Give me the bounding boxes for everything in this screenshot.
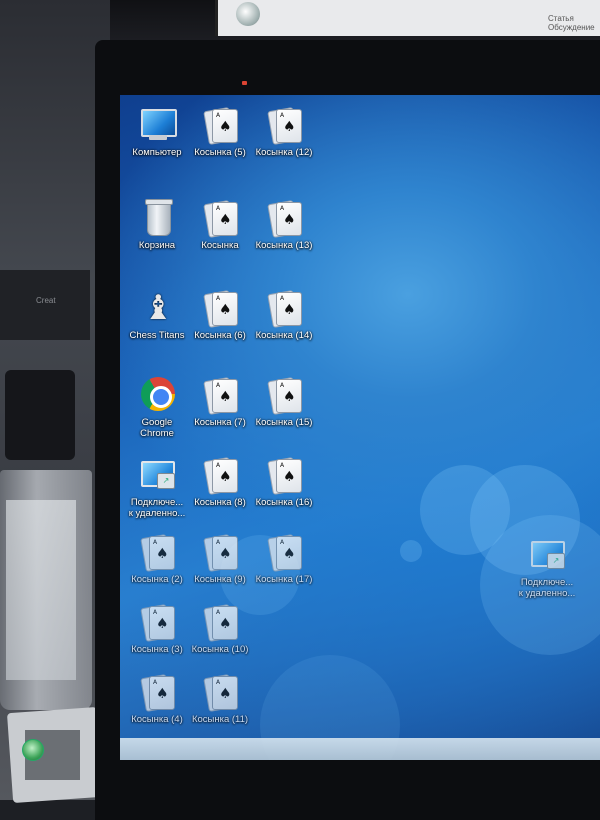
desktop-icon-label: Косынка (16) (255, 497, 313, 508)
desktop-icon-k5[interactable]: A ♠ Косынка (5) (185, 105, 255, 158)
desktop-icon-label: Косынка (3) (131, 644, 183, 655)
desktop-icon-label: Косынка (6) (194, 330, 246, 341)
desktop-icon-label: Косынка (10) (191, 644, 249, 655)
desktop-icon-k14[interactable]: A ♠ Косынка (14) (249, 288, 319, 341)
desktop-icon-k6[interactable]: A ♠ Косынка (6) (185, 288, 255, 341)
solitaire-icon: A ♠ (264, 105, 304, 145)
desktop-icon-recycle[interactable]: Корзина (122, 198, 192, 251)
desktop-icon-chess[interactable]: ♝ Chess Titans (122, 288, 192, 341)
background-monitor: Статья Обсуждение (215, 0, 600, 36)
desktop-icon-label: Косынка (12) (255, 147, 313, 158)
desktop-icon-label: Подключе... к удаленно... (128, 497, 186, 519)
computer-icon (137, 105, 177, 145)
desktop-icon-k10[interactable]: A ♠ Косынка (10) (185, 602, 255, 655)
solitaire-icon: A ♠ (200, 672, 240, 712)
start-button[interactable] (22, 739, 44, 761)
solitaire-icon: A ♠ (137, 602, 177, 642)
desktop-icon-k3[interactable]: A ♠ Косынка (3) (122, 602, 192, 655)
desktop-icon-label: Подключе... к удаленно... (518, 577, 576, 599)
desktop-icon-k15[interactable]: A ♠ Косынка (15) (249, 375, 319, 428)
desktop-icon-label: Косынка (17) (255, 574, 313, 585)
solitaire-icon: A ♠ (137, 532, 177, 572)
wallpaper-bokeh (400, 540, 422, 562)
desktop-icon-rdp1[interactable]: ↗ Подключе... к удаленно... (122, 455, 192, 519)
solitaire-icon: A ♠ (264, 532, 304, 572)
desktop-icon-k13[interactable]: A ♠ Косынка (13) (249, 198, 319, 251)
remote-desktop-icon: ↗ (527, 535, 567, 575)
desktop-icon-label: Косынка (7) (194, 417, 246, 428)
mouse-cursor-dot (242, 81, 247, 85)
desktop-icon-label: Chess Titans (129, 330, 185, 341)
desktop-icon-k2[interactable]: A ♠ Косынка (2) (122, 532, 192, 585)
taskbar[interactable] (120, 738, 600, 760)
solitaire-icon: A ♠ (200, 455, 240, 495)
desk-device (0, 270, 90, 340)
desktop-icon-label: Косынка (15) (255, 417, 313, 428)
desktop-icon-label: Косынка (8) (194, 497, 246, 508)
solitaire-icon: A ♠ (200, 198, 240, 238)
desktop-icon-label: Косынка (9) (194, 574, 246, 585)
recycle-bin-icon (137, 198, 177, 238)
solitaire-icon: A ♠ (264, 288, 304, 328)
desktop-icon-label: Компьютер (132, 147, 182, 158)
remote-desktop-icon: ↗ (137, 455, 177, 495)
desktop-icon-label: Косынка (13) (255, 240, 313, 251)
desk-device-label: Creat (36, 296, 56, 305)
desktop-icon-label: Google Chrome (140, 417, 174, 439)
desktop-icon-label: Корзина (138, 240, 176, 251)
desktop-icon-label: Косынка (14) (255, 330, 313, 341)
phone (5, 370, 75, 460)
desktop-icon-k7[interactable]: A ♠ Косынка (7) (185, 375, 255, 428)
solitaire-icon: A ♠ (264, 375, 304, 415)
background-monitor-text: Статья Обсуждение (548, 14, 595, 32)
desktop-icon-k[interactable]: A ♠ Косынка (185, 198, 255, 251)
wikipedia-globe-icon (236, 2, 260, 26)
desktop-icon-k9[interactable]: A ♠ Косынка (9) (185, 532, 255, 585)
desktop-icon-label: Косынка (11) (191, 714, 249, 725)
desktop-icon-k16[interactable]: A ♠ Косынка (16) (249, 455, 319, 508)
desktop-icon-k4[interactable]: A ♠ Косынка (4) (122, 672, 192, 725)
solitaire-icon: A ♠ (264, 455, 304, 495)
desktop-icon-computer[interactable]: Компьютер (122, 105, 192, 158)
desktop-icon-rdp2[interactable]: ↗ Подключе... к удаленно... (512, 535, 582, 599)
desktop-icon-k12[interactable]: A ♠ Косынка (12) (249, 105, 319, 158)
chrome-icon (137, 375, 177, 415)
desktop-icon-label: Косынка (201, 240, 239, 251)
desktop-icon-k11[interactable]: A ♠ Косынка (11) (185, 672, 255, 725)
solitaire-icon: A ♠ (200, 375, 240, 415)
solitaire-icon: A ♠ (200, 105, 240, 145)
solitaire-icon: A ♠ (200, 532, 240, 572)
chess-icon: ♝ (143, 288, 174, 328)
solitaire-icon: A ♠ (137, 672, 177, 712)
solitaire-icon: A ♠ (200, 602, 240, 642)
desktop-icon-k17[interactable]: A ♠ Косынка (17) (249, 532, 319, 585)
desktop-icon-chrome[interactable]: Google Chrome (122, 375, 192, 439)
desktop-icon-k8[interactable]: A ♠ Косынка (8) (185, 455, 255, 508)
solitaire-icon: A ♠ (200, 288, 240, 328)
desktop-icon-label: Косынка (4) (131, 714, 183, 725)
desktop-icon-label: Косынка (2) (131, 574, 183, 585)
cup-contents (6, 500, 76, 680)
desktop-icon-label: Косынка (5) (194, 147, 246, 158)
solitaire-icon: A ♠ (264, 198, 304, 238)
